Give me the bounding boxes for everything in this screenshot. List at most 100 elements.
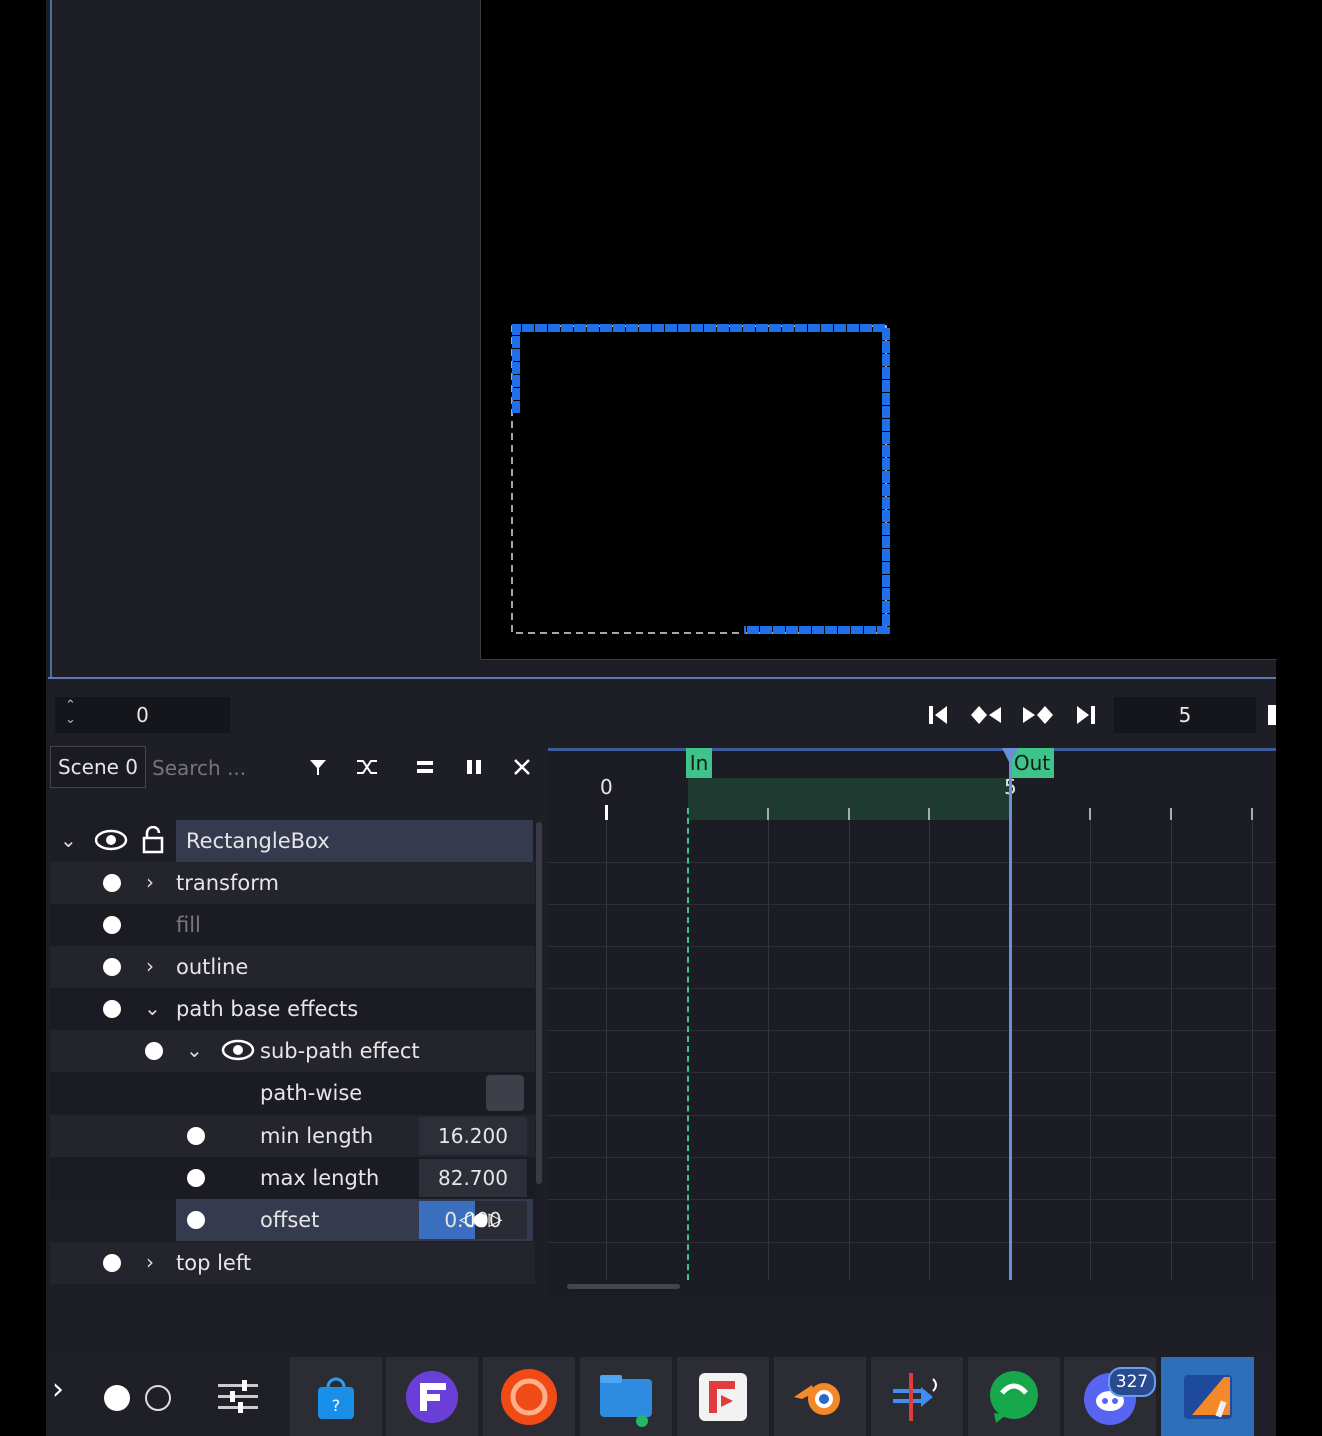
blender-app[interactable] [774,1357,866,1436]
animation-app-icon [1183,1374,1232,1419]
current-frame-spinbox[interactable]: ⌃ ⌄ 0 [55,697,230,733]
chevron-down-icon[interactable]: ⌄ [186,1038,208,1062]
audio-app[interactable] [871,1357,963,1436]
keyframe-dot[interactable] [103,958,121,976]
grid-line [849,820,850,1280]
keyframe-dot[interactable] [103,916,121,934]
sliders-app[interactable] [212,1370,264,1422]
animation-app-active[interactable] [1161,1357,1254,1436]
grid-line [929,820,930,1280]
grid-line [1252,820,1253,1280]
workspace-active-indicator[interactable] [104,1385,130,1411]
in-marker[interactable]: In [686,748,712,778]
tree-item-outline[interactable]: › outline [50,946,535,988]
store-app[interactable]: ? [290,1357,382,1436]
tree-item-label: transform [176,871,279,895]
keyframe-dot[interactable] [187,1211,205,1229]
next-keyframe-icon [1023,706,1053,724]
lock-icon[interactable] [142,826,164,854]
viewport-left-area [50,0,481,678]
max-length-field[interactable]: 82.700 [419,1159,527,1197]
equalize-button[interactable] [405,747,445,787]
skip-end-icon [1077,706,1095,724]
spin-arrows-icon[interactable]: ⌃ ⌄ [65,699,76,727]
offset-field[interactable]: 0.000 ◁●▷ [419,1201,527,1239]
prev-keyframe-button[interactable] [967,695,1007,735]
pause-button[interactable] [454,747,494,787]
toolbar-overflow-handle[interactable] [1268,705,1276,725]
grid-row-line [548,904,1276,905]
tick-mark [767,808,769,820]
render-canvas[interactable] [480,0,1277,660]
chevron-right-icon[interactable]: › [52,1372,64,1407]
chat-app[interactable] [968,1357,1060,1436]
chevron-right-icon[interactable]: › [146,870,168,894]
tree-root-row[interactable]: ⌄ RectangleBox [50,820,535,862]
shuffle-button[interactable] [347,747,387,787]
tick-label-0: 0 [600,775,613,799]
min-length-field[interactable]: 16.200 [419,1117,527,1155]
chevron-right-icon[interactable]: › [146,954,168,978]
sliders-icon [218,1380,258,1413]
tree-scrollbar[interactable] [536,822,542,1184]
tick-mark [1251,808,1253,820]
scene-tab-label: Scene 0 [57,755,139,779]
tick-mark [605,805,608,820]
next-keyframe-button[interactable] [1017,695,1057,735]
tree-item-sub-path-effect[interactable]: ⌄ sub-path effect [50,1030,535,1072]
tree-root-label: RectangleBox [186,829,330,853]
font-app[interactable] [386,1357,478,1436]
eye-icon[interactable] [221,1038,255,1062]
path-preview [511,324,890,634]
presentation-app[interactable] [677,1357,769,1436]
files-app[interactable] [580,1357,672,1436]
playhead-line[interactable] [1009,760,1012,1280]
filter-button[interactable] [298,747,338,787]
keyframe-dot[interactable] [103,1254,121,1272]
svg-text:?: ? [332,1396,341,1415]
tree-item-label: path base effects [176,997,359,1021]
tick-mark [928,808,930,820]
browser-app[interactable] [483,1357,575,1436]
tree-item-path-base-effects[interactable]: ⌄ path base effects [50,988,535,1030]
discord-app[interactable]: 327 [1064,1357,1156,1436]
tree-item-transform[interactable]: › transform [50,862,535,904]
tree-item-fill[interactable]: fill [50,904,535,946]
prev-keyframe-icon [971,706,1001,724]
grid-line [768,820,769,1280]
tree-item-min-length[interactable]: min length 16.200 [50,1115,535,1157]
keyframe-dot[interactable] [103,1000,121,1018]
timeline-panel[interactable] [548,748,1276,1296]
tree-item-label: min length [260,1124,374,1148]
tree-item-label: outline [176,955,249,979]
keyframe-dot[interactable] [187,1169,205,1187]
scene-tab[interactable]: Scene 0 [50,746,146,788]
go-to-end-button[interactable] [1066,695,1106,735]
tree-item-max-length[interactable]: max length 82.700 [50,1157,535,1199]
path-wise-checkbox[interactable] [486,1075,524,1111]
grid-row-line [548,862,1276,863]
workspace-inactive-indicator[interactable] [145,1385,171,1411]
close-icon [514,759,530,775]
min-length-value: 16.200 [438,1124,508,1148]
close-button[interactable] [502,747,542,787]
keyframe-dot[interactable] [145,1042,163,1060]
chevron-down-icon[interactable]: ⌄ [60,828,82,852]
keyframe-dot[interactable] [103,874,121,892]
grid-row-line [548,946,1276,947]
grid-row-line [548,1199,1276,1200]
skip-start-icon [929,706,947,724]
tree-item-offset[interactable]: offset 0.000 ◁●▷ [50,1199,535,1241]
go-to-start-button[interactable] [918,695,958,735]
eye-icon[interactable] [94,828,128,852]
chevron-down-icon[interactable]: ⌄ [144,996,166,1020]
notification-badge: 327 [1108,1367,1156,1397]
timeline-scrollbar[interactable] [567,1284,680,1289]
search-input[interactable] [150,748,294,788]
keyframe-dot[interactable] [187,1127,205,1145]
tree-item-top-left[interactable]: › top left [50,1242,535,1284]
grid-line [1090,820,1091,1280]
tree-item-path-wise[interactable]: path-wise [50,1072,535,1114]
chevron-right-icon[interactable]: › [146,1250,168,1274]
end-frame-spinbox[interactable]: 5 [1114,697,1256,733]
